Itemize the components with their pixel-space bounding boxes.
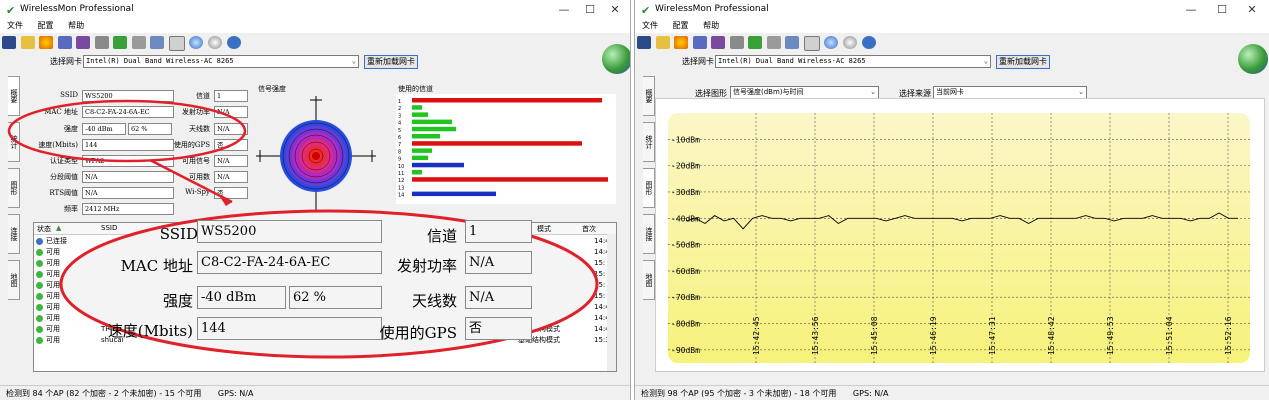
clipboard-icon[interactable] — [803, 36, 820, 51]
menu-config[interactable]: 配置 — [673, 19, 689, 33]
zoom-strength-label: 强度 — [162, 292, 193, 310]
tab-graph[interactable]: 图形 — [643, 168, 655, 208]
y-tick-label: -20dBm — [671, 162, 700, 171]
zoom-mac-label: MAC 地址 — [120, 257, 193, 275]
zoom-channel-field: 1 — [465, 220, 532, 243]
maximize-button[interactable]: ☐ — [1211, 2, 1233, 17]
status-bar: 检测到 98 个AP (95 个加密 - 3 个未加密) - 18 个可用 GP… — [635, 385, 1269, 400]
adapter-select[interactable]: Intel(R) Dual Band Wireless-AC 8265 ⌄ — [715, 55, 991, 68]
x-tick-label: 15:47:31 — [988, 316, 997, 355]
zoom-speed-label: 速度(Mbits) — [107, 322, 193, 340]
network-icon[interactable] — [692, 36, 707, 49]
x-tick-label: 15:46:19 — [929, 316, 938, 355]
y-tick-label: -10dBm — [671, 135, 700, 144]
minimize-button[interactable]: — — [1180, 2, 1202, 17]
x-tick-label: 15:45:08 — [870, 316, 879, 355]
signal-time-chart: -10dBm-20dBm-30dBm-40dBm-50dBm-60dBm-70d… — [668, 113, 1250, 363]
zoom-strength-dbm-field: -40 dBm — [197, 286, 286, 309]
settings-icon[interactable] — [843, 36, 858, 49]
print-icon[interactable] — [766, 36, 781, 49]
toolbar — [637, 36, 878, 52]
network2-icon[interactable] — [711, 36, 726, 49]
zoom-gps-label: 使用的GPS — [379, 324, 457, 342]
zoom-ssid-field: WS5200 — [197, 220, 382, 243]
y-tick-label: -60dBm — [671, 267, 700, 276]
menu-bar: 文件 配置 帮助 — [635, 19, 1269, 33]
zoom-txpower-field: N/A — [465, 251, 532, 274]
x-tick-label: 15:52:16 — [1224, 316, 1233, 355]
x-tick-label: 15:49:53 — [1106, 316, 1115, 355]
status-bar: 检测到 84 个AP (82 个加密 - 2 个未加密) - 15 个可用 GP… — [0, 385, 630, 400]
start-icon[interactable] — [674, 36, 689, 49]
source-value: 当前网卡 — [936, 88, 964, 96]
tab-stats[interactable]: 统计 — [643, 122, 655, 162]
open-folder-icon[interactable] — [655, 36, 670, 49]
chevron-down-icon: ⌄ — [1078, 88, 1084, 96]
zoom-speed-field: 144 — [197, 317, 382, 340]
graph-panel: -10dBm -20dBm -30dBm -40dBm -50dBm -60dBm -70d… — [655, 98, 1265, 372]
y-tick-label: -50dBm — [671, 241, 700, 250]
refresh-icon[interactable] — [824, 36, 839, 49]
zoom-ssid-label: SSID — [159, 225, 198, 243]
zoom-antenna-label: 天线数 — [411, 292, 457, 310]
title-bar: ✔ WirelessMon Professional — ☐ ✕ — [635, 0, 1269, 19]
tab-summary[interactable]: 概要 — [643, 76, 655, 116]
y-tick-label: -30dBm — [671, 188, 700, 197]
y-tick-label: -90dBm — [671, 346, 700, 355]
tools-icon[interactable] — [785, 36, 800, 49]
save-icon[interactable] — [637, 36, 651, 49]
status-text: 检测到 84 个AP (82 个加密 - 2 个未加密) - 15 个可用 — [6, 389, 202, 398]
right-window: ✔ WirelessMon Professional — ☐ ✕ 文件 配置 帮… — [634, 0, 1269, 400]
y-tick-label: -80dBm — [671, 320, 700, 329]
close-button[interactable]: ✕ — [1241, 2, 1263, 17]
export-icon[interactable] — [748, 36, 763, 49]
zoom-antenna-field: N/A — [465, 286, 532, 309]
zoom-channel-label: 信道 — [426, 227, 457, 245]
tab-map[interactable]: 地图 — [643, 260, 655, 300]
globe-logo-icon — [1238, 44, 1268, 74]
annotation-ellipse-small — [7, 99, 247, 163]
zoom-strength-pct-field: 62 % — [289, 286, 382, 309]
tab-connect[interactable]: 连接 — [643, 214, 655, 254]
x-tick-label: 15:48:42 — [1047, 316, 1056, 355]
adapter-label: 选择网卡 — [682, 57, 714, 66]
zoom-gps-field: 否 — [465, 317, 532, 340]
help-icon[interactable] — [861, 36, 876, 49]
zoomed-panel: SSID WS5200 MAC 地址 C8-C2-FA-24-6A-EC 强度 … — [23, 203, 609, 369]
printer-icon[interactable] — [729, 36, 744, 49]
window-title: WirelessMon Professional — [655, 4, 769, 14]
vertical-tabs: 概要 统计 图形 连接 地图 — [643, 76, 655, 306]
menu-help[interactable]: 帮助 — [703, 19, 719, 33]
gps-status: GPS: N/A — [852, 389, 889, 398]
app-icon: ✔ — [641, 4, 651, 17]
menu-file[interactable]: 文件 — [642, 19, 658, 33]
x-tick-label: 15:43:56 — [811, 316, 820, 355]
y-tick-label: -70dBm — [671, 293, 700, 302]
x-tick-label: 15:42:45 — [752, 316, 761, 355]
adapter-select-value: Intel(R) Dual Band Wireless-AC 8265 — [718, 57, 866, 65]
zoom-mac-field: C8-C2-FA-24-6A-EC — [197, 251, 382, 274]
gps-status: GPS: N/A — [217, 389, 254, 398]
left-window: ✔ WirelessMon Professional — ☐ ✕ 文件 配置 帮… — [0, 0, 631, 400]
x-tick-label: 15:51:04 — [1165, 316, 1174, 355]
annotation-arrow — [149, 158, 233, 204]
status-text: 检测到 98 个AP (95 个加密 - 3 个未加密) - 18 个可用 — [641, 389, 837, 398]
chevron-down-icon: ⌄ — [983, 57, 988, 65]
chevron-down-icon: ⌄ — [870, 88, 876, 96]
reload-adapter-button[interactable]: 重新加载网卡 — [996, 55, 1050, 69]
graph-type-value: 信号强度(dBm)与时间 — [733, 88, 804, 96]
zoom-txpower-label: 发射功率 — [396, 257, 457, 275]
